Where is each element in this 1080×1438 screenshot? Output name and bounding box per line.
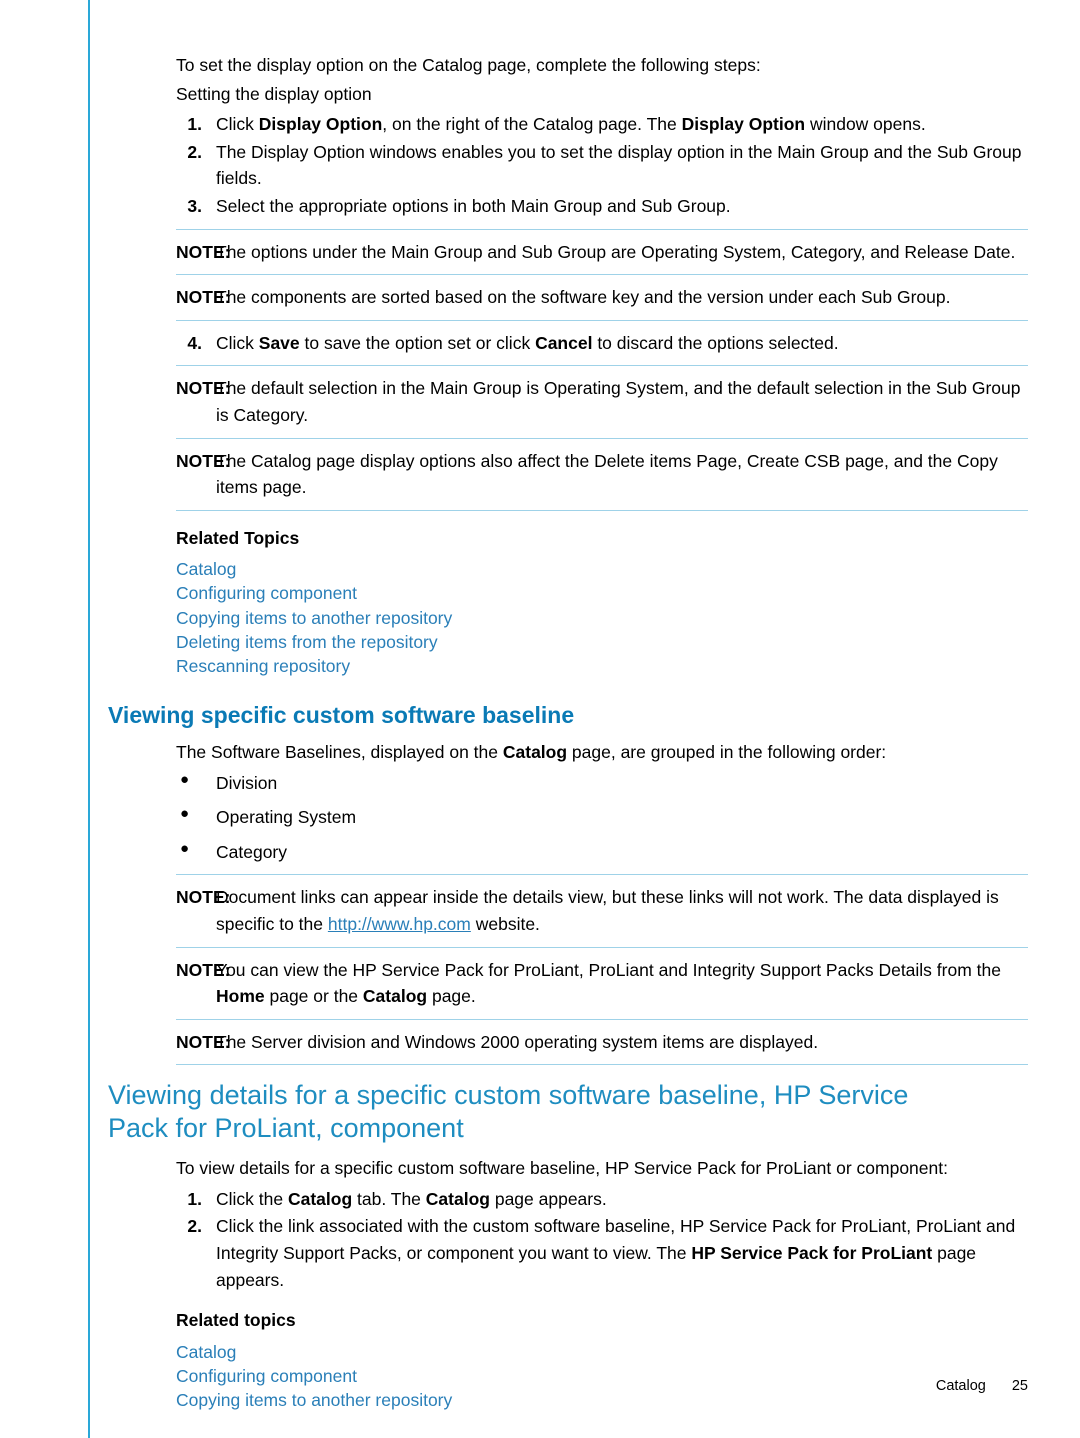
list-item: 1. Click Display Option, on the right of…: [108, 111, 1028, 138]
divider: [176, 1064, 1028, 1066]
divider: [176, 509, 1028, 511]
list-item: 2. The Display Option windows enables yo…: [108, 139, 1028, 192]
hp-website-link[interactable]: http://www.hp.com: [328, 914, 471, 934]
divider: [176, 946, 1028, 948]
related-link-catalog-2[interactable]: Catalog: [108, 1340, 1028, 1364]
divider: [176, 874, 1028, 876]
note-text: The Catalog page display options also af…: [216, 450, 998, 498]
bullet-icon: ●: [180, 839, 190, 857]
note-block: NOTE: The default selection in the Main …: [108, 375, 1028, 428]
note-block: NOTE: The components are sorted based on…: [108, 284, 1028, 311]
note-label: NOTE:: [176, 450, 231, 471]
bullet-text: Operating System: [216, 807, 357, 828]
related-link-catalog[interactable]: Catalog: [108, 557, 1028, 581]
note-label: NOTE:: [176, 241, 231, 262]
bullet-icon: ●: [180, 770, 190, 788]
note-block: NOTE: You can view the HP Service Pack f…: [108, 957, 1028, 1010]
step-text: Click the Catalog tab. The Catalog page …: [216, 1188, 607, 1209]
step-text: Click Save to save the option set or cli…: [216, 332, 839, 353]
related-link-configuring-component[interactable]: Configuring component: [108, 581, 1028, 605]
list-item: ● Operating System: [108, 804, 1028, 831]
note-label: NOTE:: [176, 287, 231, 308]
related-topics-title-2: Related topics: [176, 1310, 296, 1331]
list-item: 2. Click the link associated with the cu…: [108, 1213, 1028, 1293]
divider: [176, 365, 1028, 367]
list-item: ● Category: [108, 839, 1028, 866]
note-label: NOTE:: [176, 1031, 231, 1052]
divider: [176, 1018, 1028, 1020]
step-text: Click the link associated with the custo…: [216, 1216, 1016, 1290]
related-topics-title: Related Topics: [176, 527, 300, 548]
section-heading-viewing-details: Viewing details for a specific custom so…: [108, 1079, 1028, 1145]
steps-list-2: 4. Click Save to save the option set or …: [108, 330, 1028, 357]
note-label: NOTE:: [176, 378, 231, 399]
step-number: 2.: [187, 1216, 202, 1237]
intro-line-2: Setting the display option: [176, 83, 372, 104]
note-text: Document links can appear inside the det…: [216, 887, 999, 934]
related-link-deleting-items[interactable]: Deleting items from the repository: [108, 630, 1028, 654]
bullet-icon: ●: [180, 805, 190, 823]
heading-line-2: Pack for ProLiant, component: [108, 1113, 464, 1144]
note-label: NOTE:: [176, 887, 231, 908]
document-page: To set the display option on the Catalog…: [0, 0, 1080, 1438]
note-text: The options under the Main Group and Sub…: [216, 241, 1016, 262]
divider: [176, 274, 1028, 276]
intro-line-1: To set the display option on the Catalog…: [176, 55, 761, 75]
note-text: The Server division and Windows 2000 ope…: [216, 1031, 819, 1052]
list-item: ● Division: [108, 770, 1028, 797]
divider: [176, 228, 1028, 230]
step-number: 1.: [187, 114, 202, 135]
note-text: The components are sorted based on the s…: [216, 287, 951, 308]
step-text: Click Display Option, on the right of th…: [216, 114, 926, 135]
section-heading-viewing-baseline: Viewing specific custom software baselin…: [108, 702, 575, 729]
heading-line-1: Viewing details for a specific custom so…: [108, 1080, 909, 1111]
note-block: NOTE: The Server division and Windows 20…: [108, 1029, 1028, 1056]
steps-list-3: 1. Click the Catalog tab. The Catalog pa…: [108, 1186, 1028, 1293]
page-content: To set the display option on the Catalog…: [108, 52, 1028, 1412]
step-number: 2.: [187, 141, 202, 162]
note-text: The default selection in the Main Group …: [216, 378, 1021, 425]
grouping-bullet-list: ● Division ● Operating System ● Category: [108, 770, 1028, 866]
divider: [176, 437, 1028, 439]
step-text: The Display Option windows enables you t…: [216, 141, 1022, 189]
step-text: Select the appropriate options in both M…: [216, 195, 731, 216]
footer-chapter-label: Catalog: [935, 1378, 986, 1394]
step-number: 1.: [187, 1188, 202, 1209]
list-item: 1. Click the Catalog tab. The Catalog pa…: [108, 1186, 1028, 1213]
note-label: NOTE:: [176, 959, 231, 980]
note-block: NOTE: Document links can appear inside t…: [108, 884, 1028, 937]
note-block: NOTE: The Catalog page display options a…: [108, 448, 1028, 501]
related-link-rescanning-repository[interactable]: Rescanning repository: [108, 654, 1028, 678]
list-item: 4. Click Save to save the option set or …: [108, 330, 1028, 357]
related-link-copying-items[interactable]: Copying items to another repository: [108, 606, 1028, 630]
section3-intro: To view details for a specific custom so…: [176, 1158, 948, 1179]
step-number: 4.: [187, 332, 202, 353]
footer-page-number: 25: [1011, 1378, 1028, 1394]
note-block: NOTE: The options under the Main Group a…: [108, 239, 1028, 266]
step-number: 3.: [187, 195, 202, 216]
left-margin-rule: [88, 0, 90, 1438]
steps-list-1: 1. Click Display Option, on the right of…: [108, 111, 1028, 219]
bullet-text: Division: [216, 772, 278, 793]
section2-intro: The Software Baselines, displayed on the…: [176, 741, 887, 762]
divider: [176, 319, 1028, 321]
list-item: 3. Select the appropriate options in bot…: [108, 193, 1028, 220]
page-footer: Catalog 25: [0, 1375, 1028, 1397]
bullet-text: Category: [216, 841, 288, 862]
note-text: You can view the HP Service Pack for Pro…: [216, 959, 1001, 1007]
